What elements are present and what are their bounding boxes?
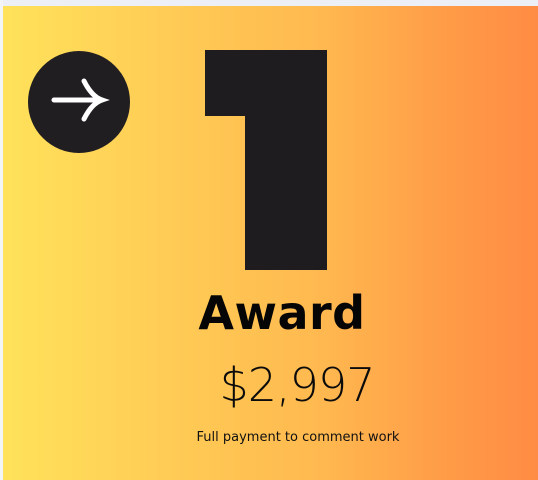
award-card: 1 Award $2,997 Full payment to comment w… (3, 6, 538, 480)
card-title: Award (198, 286, 366, 340)
card-price: $2,997 (219, 358, 376, 412)
arrow-button[interactable] (28, 51, 130, 153)
page: 1 Award $2,997 Full payment to comment w… (0, 0, 538, 480)
arrow-right-icon (44, 65, 114, 140)
left-edge (0, 0, 3, 480)
rank-number: 1 (205, 50, 327, 270)
card-caption: Full payment to comment work (196, 430, 400, 445)
